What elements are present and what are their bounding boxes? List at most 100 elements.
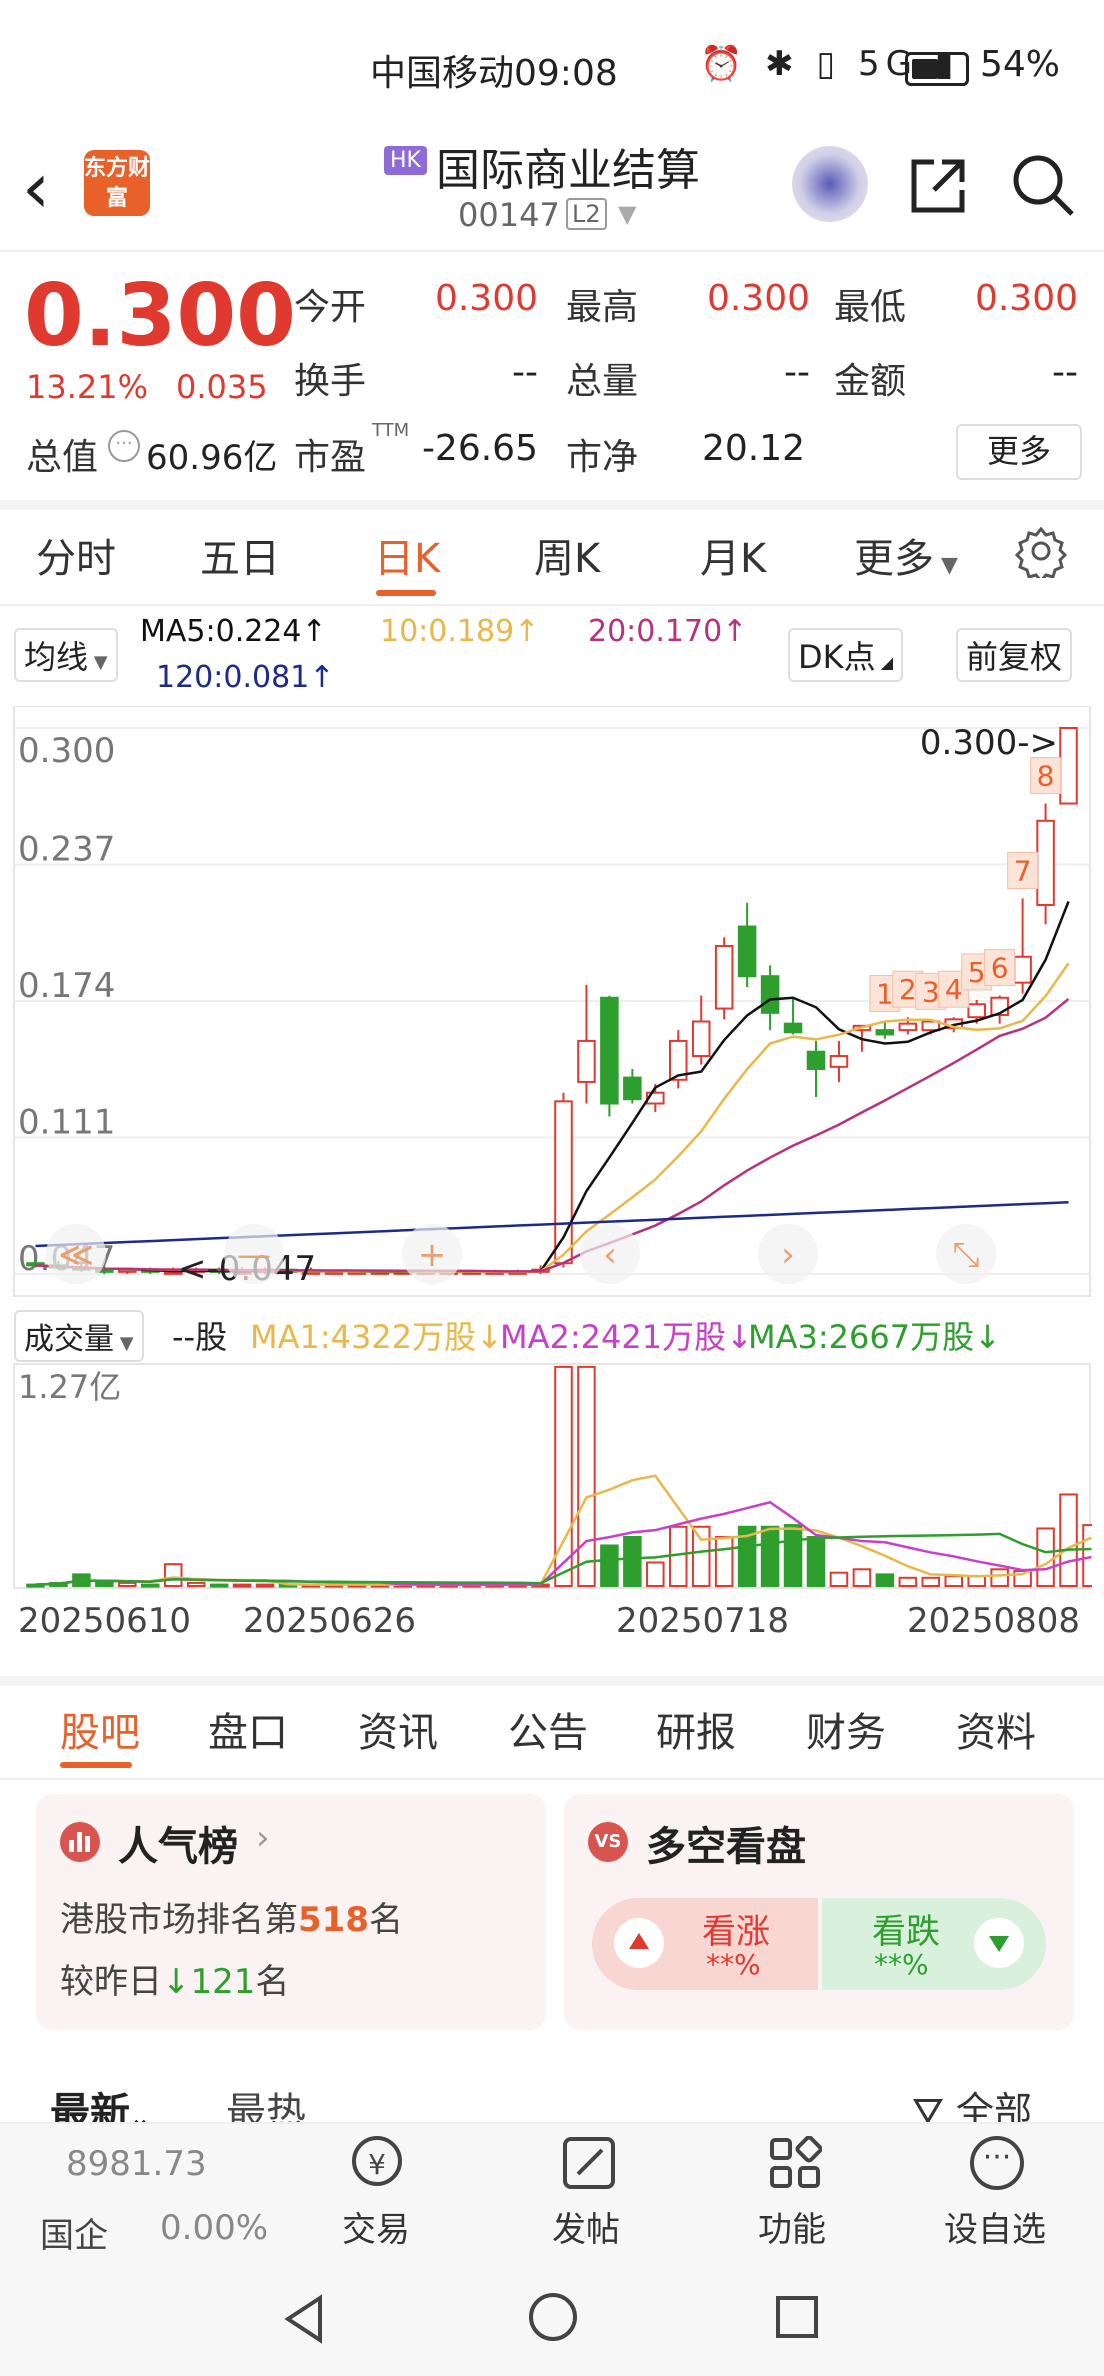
plus-icon[interactable]: + — [418, 1235, 447, 1275]
caret-down-icon: ▼ — [114, 1333, 134, 1354]
prev-icon[interactable]: ‹ — [603, 1235, 617, 1275]
index-name[interactable]: 国企 — [40, 2208, 108, 2257]
volume-bar-up — [1082, 1524, 1092, 1587]
volume-bar-up — [232, 1583, 252, 1588]
volume-bar-up — [944, 1575, 964, 1587]
volume-bar-up — [852, 1568, 872, 1587]
candle-down — [600, 996, 619, 1105]
minus-icon[interactable]: — — [237, 1235, 271, 1275]
header: ‹ 东方财富 HK 国际商业结算 00147 L2 ▼ — [0, 130, 1104, 252]
functions-label: 功能 — [758, 2210, 826, 2250]
chevron-down-icon[interactable]: ▼ — [618, 200, 636, 228]
back-icon[interactable]: ‹ — [22, 153, 50, 223]
tab-financials[interactable]: 财务 — [806, 1700, 886, 1758]
more-quote-button[interactable]: 更多 — [956, 424, 1082, 480]
sentiment-title: 多空看盘 — [646, 1824, 806, 1870]
volume-bar-down — [140, 1583, 160, 1588]
last-price: 0.300 — [24, 266, 297, 366]
expand-icon[interactable]: ⤡ — [952, 1235, 979, 1275]
candle-tag: 7 — [1014, 854, 1032, 887]
vs-icon: VS — [588, 1822, 628, 1862]
watchlist-button[interactable]: ··· 设自选 — [940, 2132, 1060, 2252]
search-icon[interactable] — [1010, 152, 1076, 218]
active-tab-indicator — [60, 1762, 132, 1768]
tab-forum[interactable]: 股吧 — [60, 1700, 140, 1758]
x-tick-label: 20250718 — [616, 1601, 789, 1641]
volume-value: -- — [784, 352, 810, 393]
volume-bar-up — [577, 1365, 596, 1587]
caret-down-icon: ▼ — [88, 652, 108, 673]
volume-bar-up — [646, 1561, 665, 1587]
mcap-value: 60.96亿 — [146, 438, 278, 478]
share-icon[interactable] — [906, 154, 970, 218]
zoom-out-icon[interactable]: ≪ — [58, 1235, 94, 1275]
more-dots-icon[interactable]: ··· — [108, 430, 140, 462]
app-logo[interactable]: 东方财富 — [84, 150, 150, 216]
volume-ma3: MA3:2667万股↓ — [748, 1318, 1001, 1356]
adjust-button[interactable]: 前复权 — [956, 628, 1073, 682]
tab-daily-k[interactable]: 日K — [374, 526, 440, 584]
volume-indicator-selector[interactable]: 成交量 ▼ — [14, 1310, 144, 1362]
pe-value: -26.65 — [421, 428, 538, 469]
popularity-title: 人气榜 — [118, 1824, 238, 1870]
divider — [0, 1778, 1104, 1780]
change-prefix: 较昨日 — [60, 1962, 162, 2002]
functions-button[interactable]: 功能 — [744, 2132, 844, 2252]
dk-point-button[interactable]: DK点 ◢ — [788, 628, 904, 682]
bearish-button[interactable]: 看跌 **% — [822, 1898, 1046, 1990]
ma10-value: 10:0.189↑ — [380, 614, 540, 649]
pe-label: 市盈 — [294, 437, 367, 478]
tab-monthly-k[interactable]: 月K — [700, 526, 766, 584]
battery-icon — [905, 52, 969, 86]
index-change: 0.00% — [160, 2208, 269, 2248]
indicator-selector[interactable]: 均线 ▼ — [14, 628, 118, 682]
bullish-label: 看涨 — [702, 1912, 770, 1952]
candle-tag: 8 — [1037, 760, 1055, 793]
tab-announcements[interactable]: 公告 — [508, 1700, 588, 1758]
nav-recents-icon[interactable] — [772, 2292, 822, 2342]
volume-bar-up — [1059, 1493, 1078, 1587]
candle-up — [1059, 727, 1078, 805]
candle-up — [1036, 819, 1055, 906]
volume-bar-down — [783, 1524, 803, 1587]
popularity-card[interactable]: 人气榜 › 港股市场排名第518名 较昨日↓121名 — [36, 1794, 546, 2030]
rank-change-row: 较昨日↓121名 — [60, 1954, 289, 2003]
volume-ma1: MA1:4322万股↓ — [250, 1318, 503, 1356]
post-label: 发帖 — [552, 2210, 620, 2250]
high-label: 最高 — [566, 287, 639, 328]
post-button[interactable]: 发帖 — [538, 2132, 638, 2252]
volume-ma2: MA2:2421万股↓ — [500, 1318, 753, 1356]
next-icon[interactable]: › — [781, 1235, 795, 1275]
dk-point-label: DK点 — [798, 638, 876, 676]
pb-value: 20.12 — [702, 428, 806, 469]
tab-5day[interactable]: 五日 — [200, 526, 280, 584]
rank-suffix: 名 — [368, 1900, 403, 1940]
sentiment-card[interactable]: VS 多空看盘 看涨 **% 看跌 **% — [564, 1794, 1074, 2030]
bullish-button[interactable]: 看涨 **% — [592, 1898, 818, 1990]
index-value[interactable]: 8981.73 — [66, 2144, 207, 2184]
stock-code[interactable]: 00147 — [458, 196, 560, 234]
tab-research[interactable]: 研报 — [656, 1700, 736, 1758]
volume-label: 总量 — [566, 361, 639, 402]
tab-orderbook[interactable]: 盘口 — [208, 1700, 288, 1758]
rank-prefix: 港股市场排名第 — [60, 1900, 298, 1940]
level2-badge[interactable]: L2 — [566, 198, 607, 230]
gear-icon[interactable] — [1014, 524, 1068, 578]
nav-back-icon[interactable] — [280, 2292, 330, 2346]
price-axis-label: 0.111 — [18, 1103, 115, 1143]
assistant-avatar[interactable] — [792, 146, 868, 222]
tab-profile[interactable]: 资料 — [956, 1700, 1036, 1758]
volume-bar-up — [691, 1525, 711, 1588]
change-suffix: 名 — [255, 1962, 290, 2002]
tab-more[interactable]: 更多 ▼ — [854, 526, 958, 584]
kline-chart[interactable]: 0.3000.2370.1740.1110.047123456780.300->… — [12, 706, 1092, 1676]
turnover-value: -- — [512, 352, 538, 393]
tab-news[interactable]: 资讯 — [358, 1700, 438, 1758]
tab-intraday[interactable]: 分时 — [36, 526, 116, 584]
trade-button[interactable]: ¥ 交易 — [330, 2132, 430, 2252]
yen-icon: ¥ — [352, 2136, 402, 2186]
pe-ttm-superscript: TTM — [372, 420, 410, 441]
divider — [0, 500, 1104, 510]
nav-home-icon[interactable] — [526, 2290, 580, 2344]
tab-weekly-k[interactable]: 周K — [534, 526, 600, 584]
